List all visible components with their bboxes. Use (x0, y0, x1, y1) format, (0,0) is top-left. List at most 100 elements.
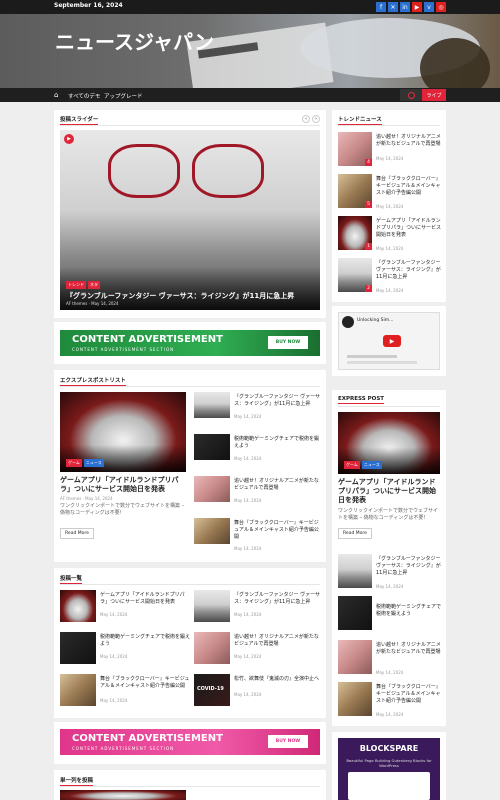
post-title[interactable]: ゲームアプリ「アイドルランドプリパラ」ついにサービス開始日を発表 (60, 476, 188, 494)
post-thumbnail[interactable] (194, 392, 230, 418)
ad-subtitle: CONTENT ADVERTISEMENT SECTION (72, 746, 175, 751)
post-title[interactable]: 追い越せ！オリジナルアニメが新たなビジュアルで再登場 (376, 134, 442, 148)
post-thumbnail[interactable] (338, 554, 372, 588)
post-title[interactable]: ゲームアプリ「アイドルランドプリパラ」ついにサービス開始日を発表 (376, 218, 442, 239)
post-title[interactable]: ゲームアプリ「アイドルランドプリパラ」ついにサービス開始日を発表 (338, 478, 442, 505)
post-thumbnail[interactable] (194, 632, 230, 664)
post-thumbnail[interactable] (60, 590, 96, 622)
buy-now-button[interactable]: BUY NOW (268, 735, 308, 748)
home-icon[interactable]: ⌂ (54, 91, 58, 99)
chevron-left-icon[interactable]: ‹ (302, 115, 310, 123)
category-tag[interactable]: トレンド (66, 281, 86, 289)
express-post-list: エクスプレスポストリスト ゲーム ニュース ゲームアプリ「アイドルランドプリパラ」… (54, 370, 326, 562)
post-title[interactable]: 『グランブルーファンタジー ヴァーサス：ライジング』が11月に急上昇 (376, 260, 442, 281)
post-date: May 14, 2024 (376, 156, 404, 161)
post-thumbnail[interactable] (194, 590, 230, 622)
post-image[interactable] (60, 790, 186, 800)
post-slider-panel: 投稿スライダー ‹ › ▶ トレンド ネタ 『グランブルーファンタジー ヴァーサス… (54, 110, 326, 318)
post-thumbnail[interactable] (338, 640, 372, 674)
trending-rank: 4 (365, 159, 372, 166)
category-tag[interactable]: ゲーム (344, 461, 360, 469)
post-thumbnail[interactable] (194, 518, 230, 544)
blockspare-title: BLOCKSPARE (359, 744, 419, 753)
read-more-button[interactable]: Read More (338, 528, 372, 539)
category-tag[interactable]: ゲーム (66, 459, 82, 467)
x-icon[interactable]: ✕ (388, 2, 398, 12)
category-tag[interactable]: ニュース (83, 459, 104, 467)
post-date: May 14, 2024 (234, 414, 262, 419)
chevron-right-icon[interactable]: › (312, 115, 320, 123)
post-image[interactable]: ゲーム ニュース (338, 412, 440, 474)
slider-arrows: ‹ › (302, 115, 320, 123)
post-thumbnail[interactable] (60, 632, 96, 664)
post-title[interactable]: 舞台『ブラッククローバー』キービジュアル＆メインキャスト紹介予告編公開 (100, 676, 190, 690)
slider-title[interactable]: 『グランブルーファンタジー ヴァーサス：ライジング』が11月に急上昇 (66, 292, 314, 301)
site-title[interactable]: ニュースジャパン (55, 32, 225, 53)
instagram-icon[interactable]: ◎ (436, 2, 446, 12)
ad-panel: CONTENT ADVERTISEMENT CONTENT ADVERTISEM… (54, 322, 326, 364)
post-title[interactable]: 松竹、欲舞伎『鬼滅の刃』全演中止へ (234, 676, 322, 683)
current-date: September 16, 2024 (54, 2, 123, 9)
post-date: May 14, 2024 (376, 204, 404, 209)
video-widget: Unlocking Sim... ▶ (332, 306, 446, 376)
post-title[interactable]: 『グランブルーファンタジー ヴァーサス：ライジング』が11月に急上昇 (376, 556, 442, 577)
blockspare-subtitle: Beautiful Page Building Gutenberg Blocks… (346, 758, 432, 768)
post-title[interactable]: ゲームアプリ「アイドルランドプリパラ」ついにサービス開始日を発表 (100, 592, 190, 606)
blockspare-banner[interactable]: BLOCKSPARE Beautiful Page Building Guten… (338, 738, 440, 800)
slider-image[interactable]: ▶ トレンド ネタ 『グランブルーファンタジー ヴァーサス：ライジング』が11月に… (60, 130, 320, 310)
nav-item-upgrade[interactable]: アップグレード (104, 92, 143, 100)
blockspare-ad: BLOCKSPARE Beautiful Page Building Guten… (332, 732, 446, 800)
post-thumbnail[interactable]: COVID-19 (194, 674, 230, 706)
ad-panel: CONTENT ADVERTISEMENT CONTENT ADVERTISEM… (54, 722, 326, 764)
category-tag[interactable]: ニュース (361, 461, 382, 469)
post-date: May 14, 2024 (376, 712, 404, 717)
author-name[interactable]: AF themes (60, 496, 81, 501)
single-column-panel: 単一列を投稿 (54, 770, 326, 800)
post-title[interactable]: 税術範範ゲーミングチェアで税術を鍛えよう (100, 634, 190, 648)
avatar (342, 316, 354, 328)
post-thumbnail[interactable] (194, 476, 230, 502)
linkedin-icon[interactable]: in (400, 2, 410, 12)
post-title[interactable]: 追い越せ！オリジナルアニメが新たなビジュアルで再登場 (376, 642, 442, 656)
ad-banner[interactable]: CONTENT ADVERTISEMENT CONTENT ADVERTISEM… (60, 729, 320, 755)
trending-rank: 1 (365, 243, 372, 250)
category-tag[interactable]: ネタ (88, 281, 100, 289)
play-icon[interactable]: ▶ (64, 134, 74, 144)
express-post-widget: EXPRESS POST ゲーム ニュース ゲームアプリ「アイドルランドプリパラ」… (332, 390, 446, 726)
post-title[interactable]: 『グランブルーファンタジー ヴァーサス：ライジング』が11月に急上昇 (234, 592, 322, 606)
nav-item-all-demos[interactable]: すべてのデモ (68, 92, 100, 100)
vimeo-icon[interactable]: v (424, 2, 434, 12)
post-date: May 14, 2024 (234, 456, 262, 461)
blockspare-preview (348, 772, 430, 800)
post-thumbnail[interactable] (60, 674, 96, 706)
trending-rank: 2 (365, 285, 372, 292)
play-icon[interactable]: ▶ (383, 335, 401, 347)
glasses-lens (108, 144, 180, 198)
post-thumbnail[interactable] (338, 596, 372, 630)
author-name[interactable]: AF themes (66, 301, 87, 306)
post-title[interactable]: 舞台『ブラッククローバー』キービジュアル＆メインキャスト紹介予告編公開 (376, 176, 442, 197)
covid-label: COVID-19 (197, 686, 224, 692)
buy-now-button[interactable]: BUY NOW (268, 336, 308, 349)
ad-banner[interactable]: CONTENT ADVERTISEMENT CONTENT ADVERTISEM… (60, 330, 320, 356)
channel-name: Unlocking Sim... (357, 318, 394, 323)
post-title[interactable]: 追い越せ！オリジナルアニメが新たなビジュアルで再登場 (234, 478, 322, 492)
post-thumbnail[interactable] (338, 682, 372, 716)
post-title[interactable]: 税術範範ゲーミングチェアで税術を鍛えよう (376, 604, 442, 618)
video-embed[interactable]: Unlocking Sim... ▶ (338, 312, 440, 370)
post-date: May 14, 2024 (100, 654, 128, 659)
post-title[interactable]: 税術範範ゲーミングチェアで税術を鍛えよう (234, 436, 322, 450)
post-date: May 14, 2024 (85, 496, 113, 501)
post-thumbnail[interactable] (194, 434, 230, 460)
post-title[interactable]: 『グランブルーファンタジー ヴァーサス：ライジング』が11月に急上昇 (234, 394, 322, 408)
search-button[interactable] (400, 89, 422, 101)
post-title[interactable]: 追い越せ！オリジナルアニメが新たなビジュアルで再登場 (234, 634, 322, 648)
facebook-icon[interactable]: f (376, 2, 386, 12)
post-title[interactable]: 舞台『ブラッククローバー』キービジュアル＆メインキャスト紹介予告編公開 (234, 520, 322, 541)
live-button[interactable]: ライブ (422, 89, 446, 101)
youtube-icon[interactable]: ▶ (412, 2, 422, 12)
post-date: May 14, 2024 (376, 584, 404, 589)
post-title[interactable]: 舞台『ブラッククローバー』キービジュアル＆メインキャスト紹介予告編公開 (376, 684, 442, 705)
post-image[interactable]: ゲーム ニュース (60, 392, 186, 472)
read-more-button[interactable]: Read More (60, 528, 94, 539)
